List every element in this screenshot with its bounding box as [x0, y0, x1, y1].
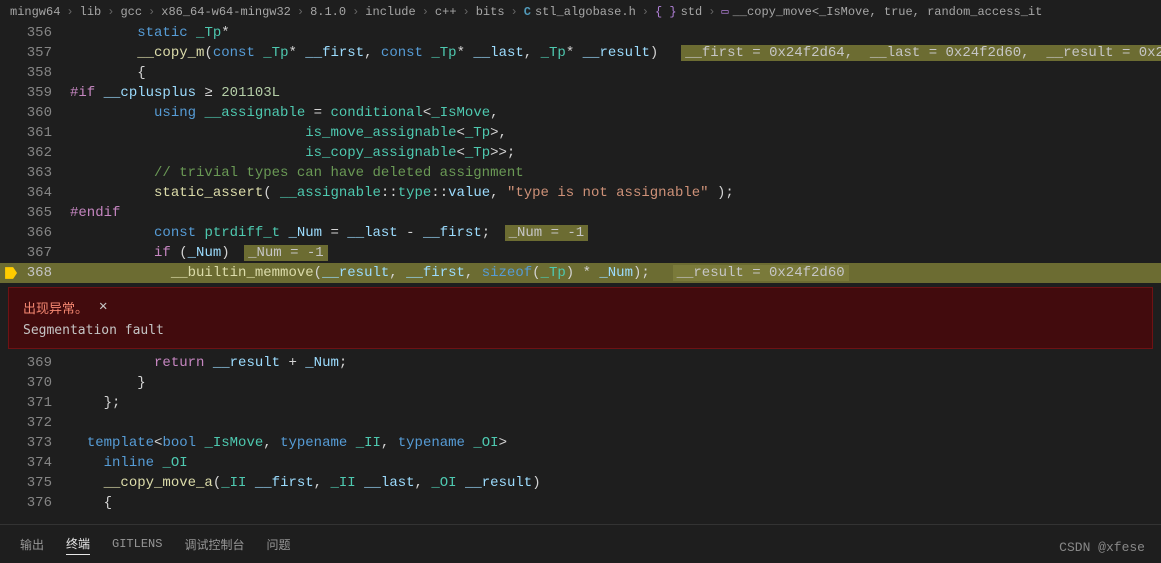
breadcrumb-symbol[interactable]: std — [681, 5, 703, 19]
code-line: 369 return __result + _Num; — [0, 353, 1161, 373]
breakpoint-current-icon — [4, 266, 18, 280]
breadcrumb-part[interactable]: bits — [476, 5, 505, 19]
code-editor[interactable]: 356 static _Tp* 357 __copy_m(const _Tp* … — [0, 23, 1161, 283]
code-line: 356 static _Tp* — [0, 23, 1161, 43]
chevron-right-icon: › — [352, 5, 359, 19]
breadcrumb-part[interactable]: c++ — [435, 5, 457, 19]
code-line: 360 using __assignable = conditional<_Is… — [0, 103, 1161, 123]
struct-icon: ▭ — [721, 4, 728, 19]
exception-popup: 出现异常。 ✕ Segmentation fault — [8, 287, 1153, 349]
line-number: 365 — [0, 203, 70, 223]
watermark: CSDN @xfese — [1059, 540, 1145, 555]
inline-hint: __result = 0x24f2d60 — [673, 265, 849, 281]
close-icon[interactable]: ✕ — [99, 298, 107, 315]
line-number: 358 — [0, 63, 70, 83]
line-number: 371 — [0, 393, 70, 413]
code-line: 359 #if __cplusplus ≥ 201103L — [0, 83, 1161, 103]
tab-gitlens[interactable]: GITLENS — [112, 535, 162, 553]
inline-hint: _Num = -1 — [244, 245, 328, 261]
code-line: 361 is_move_assignable<_Tp>, — [0, 123, 1161, 143]
exception-message: Segmentation fault — [23, 323, 1138, 338]
line-number: 370 — [0, 373, 70, 393]
tab-problems[interactable]: 问题 — [266, 534, 290, 555]
code-line: 365 #endif — [0, 203, 1161, 223]
line-number: 359 — [0, 83, 70, 103]
breadcrumb-part[interactable]: x86_64-w64-mingw32 — [161, 5, 291, 19]
code-line: 362 is_copy_assignable<_Tp>>; — [0, 143, 1161, 163]
line-number: 372 — [0, 413, 70, 433]
line-number: 376 — [0, 493, 70, 513]
code-line: 366 const ptrdiff_t _Num = __last - __fi… — [0, 223, 1161, 243]
inline-hint: _Num = -1 — [505, 225, 589, 241]
chevron-right-icon: › — [66, 5, 73, 19]
breadcrumb-part[interactable]: gcc — [120, 5, 142, 19]
line-number: 362 — [0, 143, 70, 163]
code-line: 373 template<bool _IsMove, typename _II,… — [0, 433, 1161, 453]
line-number: 356 — [0, 23, 70, 43]
line-number: 374 — [0, 453, 70, 473]
tab-debug-console[interactable]: 调试控制台 — [184, 534, 244, 555]
line-number: 364 — [0, 183, 70, 203]
line-number: 368 — [0, 263, 70, 283]
breadcrumb-part[interactable]: 8.1.0 — [310, 5, 346, 19]
c-file-icon: C — [524, 5, 531, 19]
bottom-panel: 输出 终端 GITLENS 调试控制台 问题 — [0, 524, 1161, 563]
code-editor[interactable]: 369 return __result + _Num; 370 } 371 };… — [0, 353, 1161, 513]
line-number: 375 — [0, 473, 70, 493]
chevron-right-icon: › — [642, 5, 649, 19]
line-number: 363 — [0, 163, 70, 183]
code-line: 375 __copy_move_a(_II __first, _II __las… — [0, 473, 1161, 493]
breadcrumb-file[interactable]: stl_algobase.h — [535, 5, 636, 19]
chevron-right-icon: › — [297, 5, 304, 19]
code-line: 374 inline _OI — [0, 453, 1161, 473]
chevron-right-icon: › — [463, 5, 470, 19]
tab-output[interactable]: 输出 — [20, 534, 44, 555]
inline-hint: __first = 0x24f2d64, __last = 0x24f2d60,… — [681, 45, 1161, 61]
chevron-right-icon: › — [148, 5, 155, 19]
code-line: 367 if (_Num) _Num = -1 — [0, 243, 1161, 263]
exception-title: 出现异常。 — [23, 298, 1138, 317]
tab-terminal[interactable]: 终端 — [66, 533, 90, 555]
line-number: 357 — [0, 43, 70, 63]
breadcrumb-part[interactable]: lib — [80, 5, 102, 19]
chevron-right-icon: › — [107, 5, 114, 19]
breadcrumb-part[interactable]: include — [365, 5, 415, 19]
line-number: 360 — [0, 103, 70, 123]
namespace-icon: { } — [655, 5, 677, 19]
line-number: 369 — [0, 353, 70, 373]
code-line: 358 { — [0, 63, 1161, 83]
chevron-right-icon: › — [708, 5, 715, 19]
code-line: 371 }; — [0, 393, 1161, 413]
code-line: 363 // trivial types can have deleted as… — [0, 163, 1161, 183]
code-line: 372 — [0, 413, 1161, 433]
breadcrumb-symbol[interactable]: __copy_move<_IsMove, true, random_access… — [733, 5, 1043, 19]
line-number: 367 — [0, 243, 70, 263]
code-line: 357 __copy_m(const _Tp* __first, const _… — [0, 43, 1161, 63]
line-number: 361 — [0, 123, 70, 143]
code-line: 370 } — [0, 373, 1161, 393]
breadcrumb: mingw64 › lib › gcc › x86_64-w64-mingw32 › 8… — [0, 0, 1161, 23]
breadcrumb-part[interactable]: mingw64 — [10, 5, 60, 19]
chevron-right-icon: › — [422, 5, 429, 19]
code-line: 364 static_assert( __assignable::type::v… — [0, 183, 1161, 203]
code-line-current: 368 __builtin_memmove(__result, __first,… — [0, 263, 1161, 283]
code-line: 376 { — [0, 493, 1161, 513]
line-number: 366 — [0, 223, 70, 243]
line-number: 373 — [0, 433, 70, 453]
chevron-right-icon: › — [511, 5, 518, 19]
